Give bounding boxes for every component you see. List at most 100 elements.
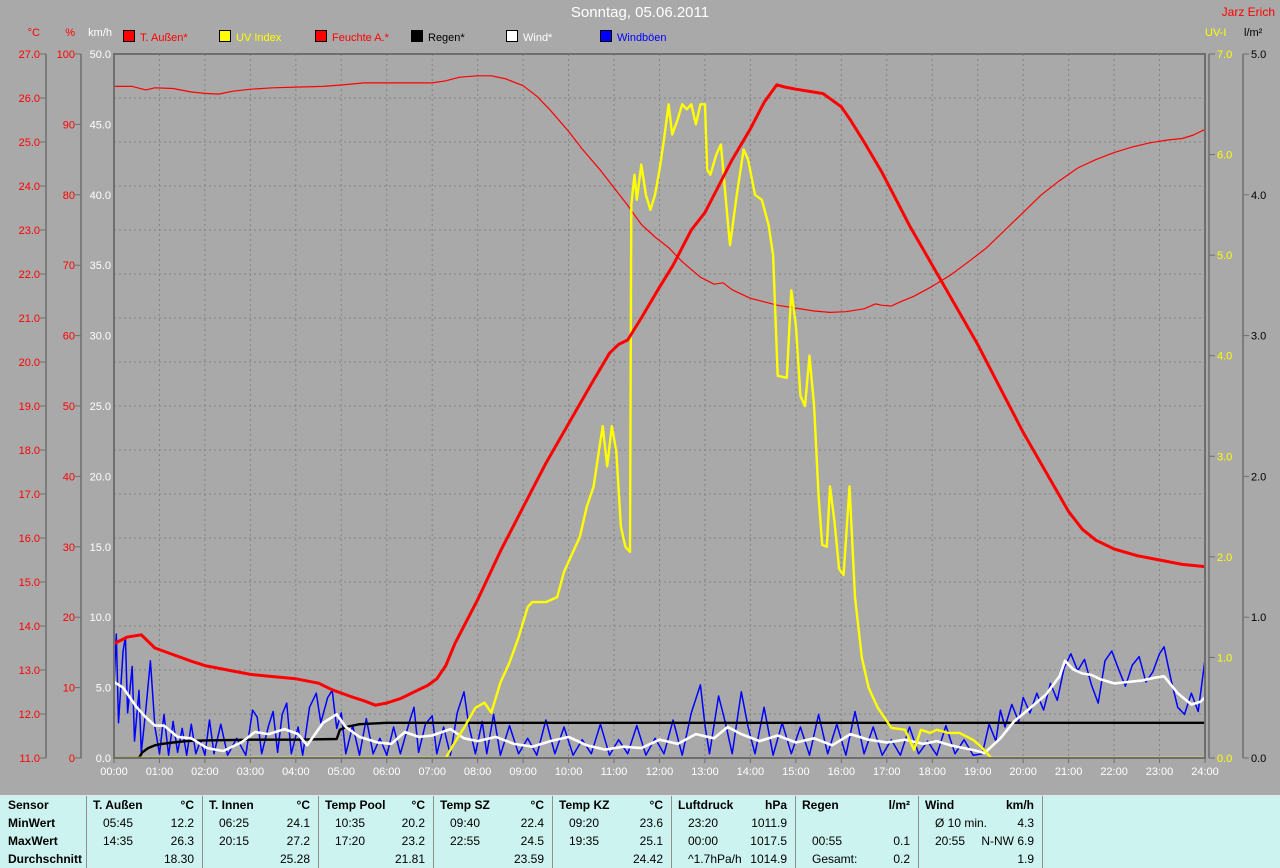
sensor-time-cell: 23:20 (688, 816, 719, 830)
x-tick-label: 01:00 (145, 766, 174, 778)
table-row: 18.30 (87, 850, 202, 868)
x-tick-label: 10:00 (554, 766, 583, 778)
hour-ticks (113, 759, 1206, 763)
table-col-temp-pool: Temp Pool °C 10:35 20.2 17:20 23.2 21.81 (319, 796, 434, 868)
sensor-time-cell: 17:20 (335, 834, 366, 848)
x-tick-label: 15:00 (782, 766, 810, 778)
axis-tick-label: 18.0 (19, 445, 40, 457)
sensor-value-cell: 0.2 (893, 852, 910, 866)
axis-tick-label: 24.0 (19, 181, 40, 193)
table-col-t-innen: T. Innen °C 06:25 24.1 20:15 27.2 25.28 (203, 796, 319, 868)
x-tick-label: 13:00 (691, 766, 719, 778)
sensor-value-cell: 1.9 (1017, 852, 1034, 866)
x-tick-label: 23:00 (1145, 766, 1174, 778)
x-tick-label: 22:00 (1100, 766, 1128, 778)
axis-tick-label: 30 (63, 542, 75, 554)
axis-tick-label: 50 (63, 401, 75, 413)
sensor-value-cell: 20.2 (401, 816, 425, 830)
sensor-unit: °C (411, 798, 425, 812)
sensor-unit: °C (530, 798, 544, 812)
axis-tick-label: 3.0 (1251, 331, 1266, 343)
sensor-unit: hPa (764, 798, 787, 812)
sensor-name: Regen (802, 798, 839, 812)
axis-tick-label: 15.0 (19, 577, 40, 589)
table-row: 22:55 24.5 (434, 832, 552, 850)
sensor-unit: °C (180, 798, 194, 812)
sensor-time-cell: 14:35 (103, 834, 134, 848)
table-col-t-au-en: T. Außen °C 05:45 12.2 14:35 26.3 18.30 (87, 796, 203, 868)
table-row: ^1.7hPa/h 1014.9 (672, 850, 795, 868)
table-row: 24.42 (553, 850, 671, 868)
sensor-value-cell: 26.3 (170, 834, 194, 848)
axis-tick-label: 26.0 (19, 93, 40, 105)
sensor-time-cell: 20:55 (935, 834, 966, 848)
sensor-name: Temp KZ (559, 798, 610, 812)
x-tick-label: 08:00 (463, 766, 492, 778)
axis-tick-label: 80 (63, 190, 75, 202)
sensor-time-cell: 20:15 (219, 834, 250, 848)
x-tick-label: 12:00 (645, 766, 674, 778)
axis-tick-label: 27.0 (19, 49, 40, 61)
axis-tick-label: 5.0 (1251, 49, 1266, 61)
table-row: 19:35 25.1 (553, 832, 671, 850)
axis-tick-label: 6.0 (1217, 150, 1232, 162)
x-tick-label: 14:00 (736, 766, 765, 778)
axis-tick-label: 13.0 (19, 665, 40, 677)
axis-tick-label: 15.0 (90, 542, 111, 554)
sensor-name: Temp Pool (325, 798, 386, 812)
table-row: 1.9 (919, 850, 1042, 868)
axis-tick-label: 40 (63, 471, 75, 483)
axis-tick-label: 90 (63, 119, 75, 131)
table-row: 17:20 23.2 (319, 832, 433, 850)
sensor-time-cell: 09:20 (569, 816, 600, 830)
axis-tick-label: 19.0 (19, 401, 40, 413)
table-row-label: Sensor (8, 798, 49, 812)
axis-tick-label: 3.0 (1217, 451, 1232, 463)
axis-tick-label: 20 (63, 612, 75, 624)
sensor-name: Luftdruck (678, 798, 734, 812)
axis-tick-label: 7.0 (1217, 49, 1232, 61)
axis-tick-label: 2.0 (1251, 471, 1266, 483)
x-tick-label: 05:00 (327, 766, 356, 778)
sensor-unit: l/m² (888, 798, 910, 812)
table-row: 09:20 23.6 (553, 814, 671, 832)
table-row-label: MaxWert (8, 834, 58, 848)
sensor-value-cell: 18.30 (163, 852, 194, 866)
x-tick-label: 16:00 (827, 766, 856, 778)
axis-tick-label: 25.0 (90, 401, 111, 413)
sensor-value-cell: 24.5 (520, 834, 544, 848)
x-tick-label: 17:00 (873, 766, 901, 778)
axis-tick-label: 25.0 (19, 137, 40, 149)
table-col-temp-kz: Temp KZ °C 09:20 23.6 19:35 25.1 24.42 (553, 796, 672, 868)
sensor-value-cell: 27.2 (286, 834, 310, 848)
table-row: 25.28 (203, 850, 318, 868)
table-row (796, 814, 918, 832)
sensor-value-cell: 23.2 (401, 834, 425, 848)
table-row: 23:20 1011.9 (672, 814, 795, 832)
sensor-time-cell: 05:45 (103, 816, 134, 830)
sensor-value-cell: 1017.5 (750, 834, 787, 848)
sensor-value-cell: 24.42 (632, 852, 663, 866)
axis-tick-label: 5.0 (96, 683, 111, 695)
axis-rain: 0.0 1.0 2.0 3.0 4.0 5.0 (1242, 49, 1266, 765)
axis-tick-label: 4.0 (1217, 351, 1232, 363)
axis-tick-label: 70 (63, 260, 75, 272)
axis-tick-label: 20.0 (19, 357, 40, 369)
x-tick-label: 18:00 (918, 766, 947, 778)
axis-tick-label: 17.0 (19, 489, 40, 501)
sensor-unit: km/h (1005, 798, 1034, 812)
table-row: 06:25 24.1 (203, 814, 318, 832)
sensor-name: Temp SZ (440, 798, 490, 812)
x-tick-label: 04:00 (282, 766, 310, 778)
table-row: 09:40 22.4 (434, 814, 552, 832)
axis-tick-label: 0.0 (96, 753, 111, 765)
table-row: Ø 10 min. 4.3 (919, 814, 1042, 832)
axis-tick-label: 1.0 (1217, 652, 1232, 664)
table-row: 23.59 (434, 850, 552, 868)
axis-tick-label: 35.0 (90, 260, 111, 272)
axis-tick-label: 16.0 (19, 533, 40, 545)
axis-tick-label: 2.0 (1217, 552, 1232, 564)
sensor-name: T. Innen (209, 798, 254, 812)
sensor-value-cell: 4.3 (1017, 816, 1034, 830)
axis-tick-label: 50.0 (90, 49, 111, 61)
